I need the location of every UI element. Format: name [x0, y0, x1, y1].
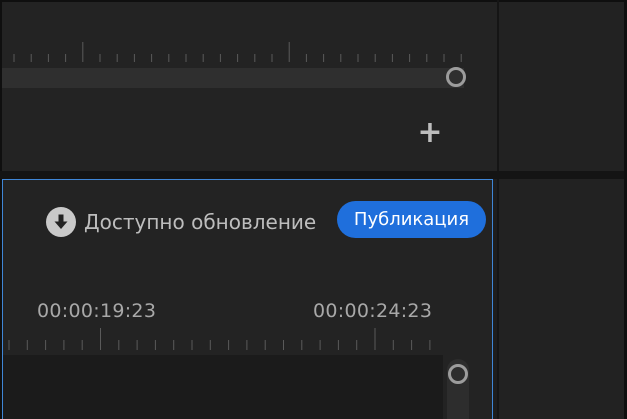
update-available-text: Доступно обновление	[84, 210, 317, 234]
scrollbar-handle[interactable]	[446, 67, 466, 87]
download-icon	[46, 207, 76, 237]
scrollbar-handle[interactable]	[448, 364, 468, 384]
plus-icon: +	[417, 115, 443, 150]
right-panel-bottom	[499, 179, 624, 419]
panel-divider-vertical[interactable]	[497, 0, 499, 419]
add-track-button[interactable]: +	[414, 117, 446, 149]
panel-divider-horizontal[interactable]	[0, 171, 627, 179]
publish-button[interactable]: Публикация	[337, 201, 486, 238]
timeline-ruler-top[interactable]	[2, 40, 472, 66]
timeline-ruler-bottom[interactable]	[2, 326, 442, 352]
update-available-link[interactable]: Доступно обновление	[46, 205, 316, 239]
timecode-label: 00:00:19:23	[37, 300, 157, 322]
horizontal-scrollbar-track[interactable]	[2, 68, 464, 88]
timeline-track-area[interactable]	[3, 355, 443, 419]
timecode-label: 00:00:24:23	[313, 300, 433, 322]
right-panel-top	[499, 2, 624, 173]
